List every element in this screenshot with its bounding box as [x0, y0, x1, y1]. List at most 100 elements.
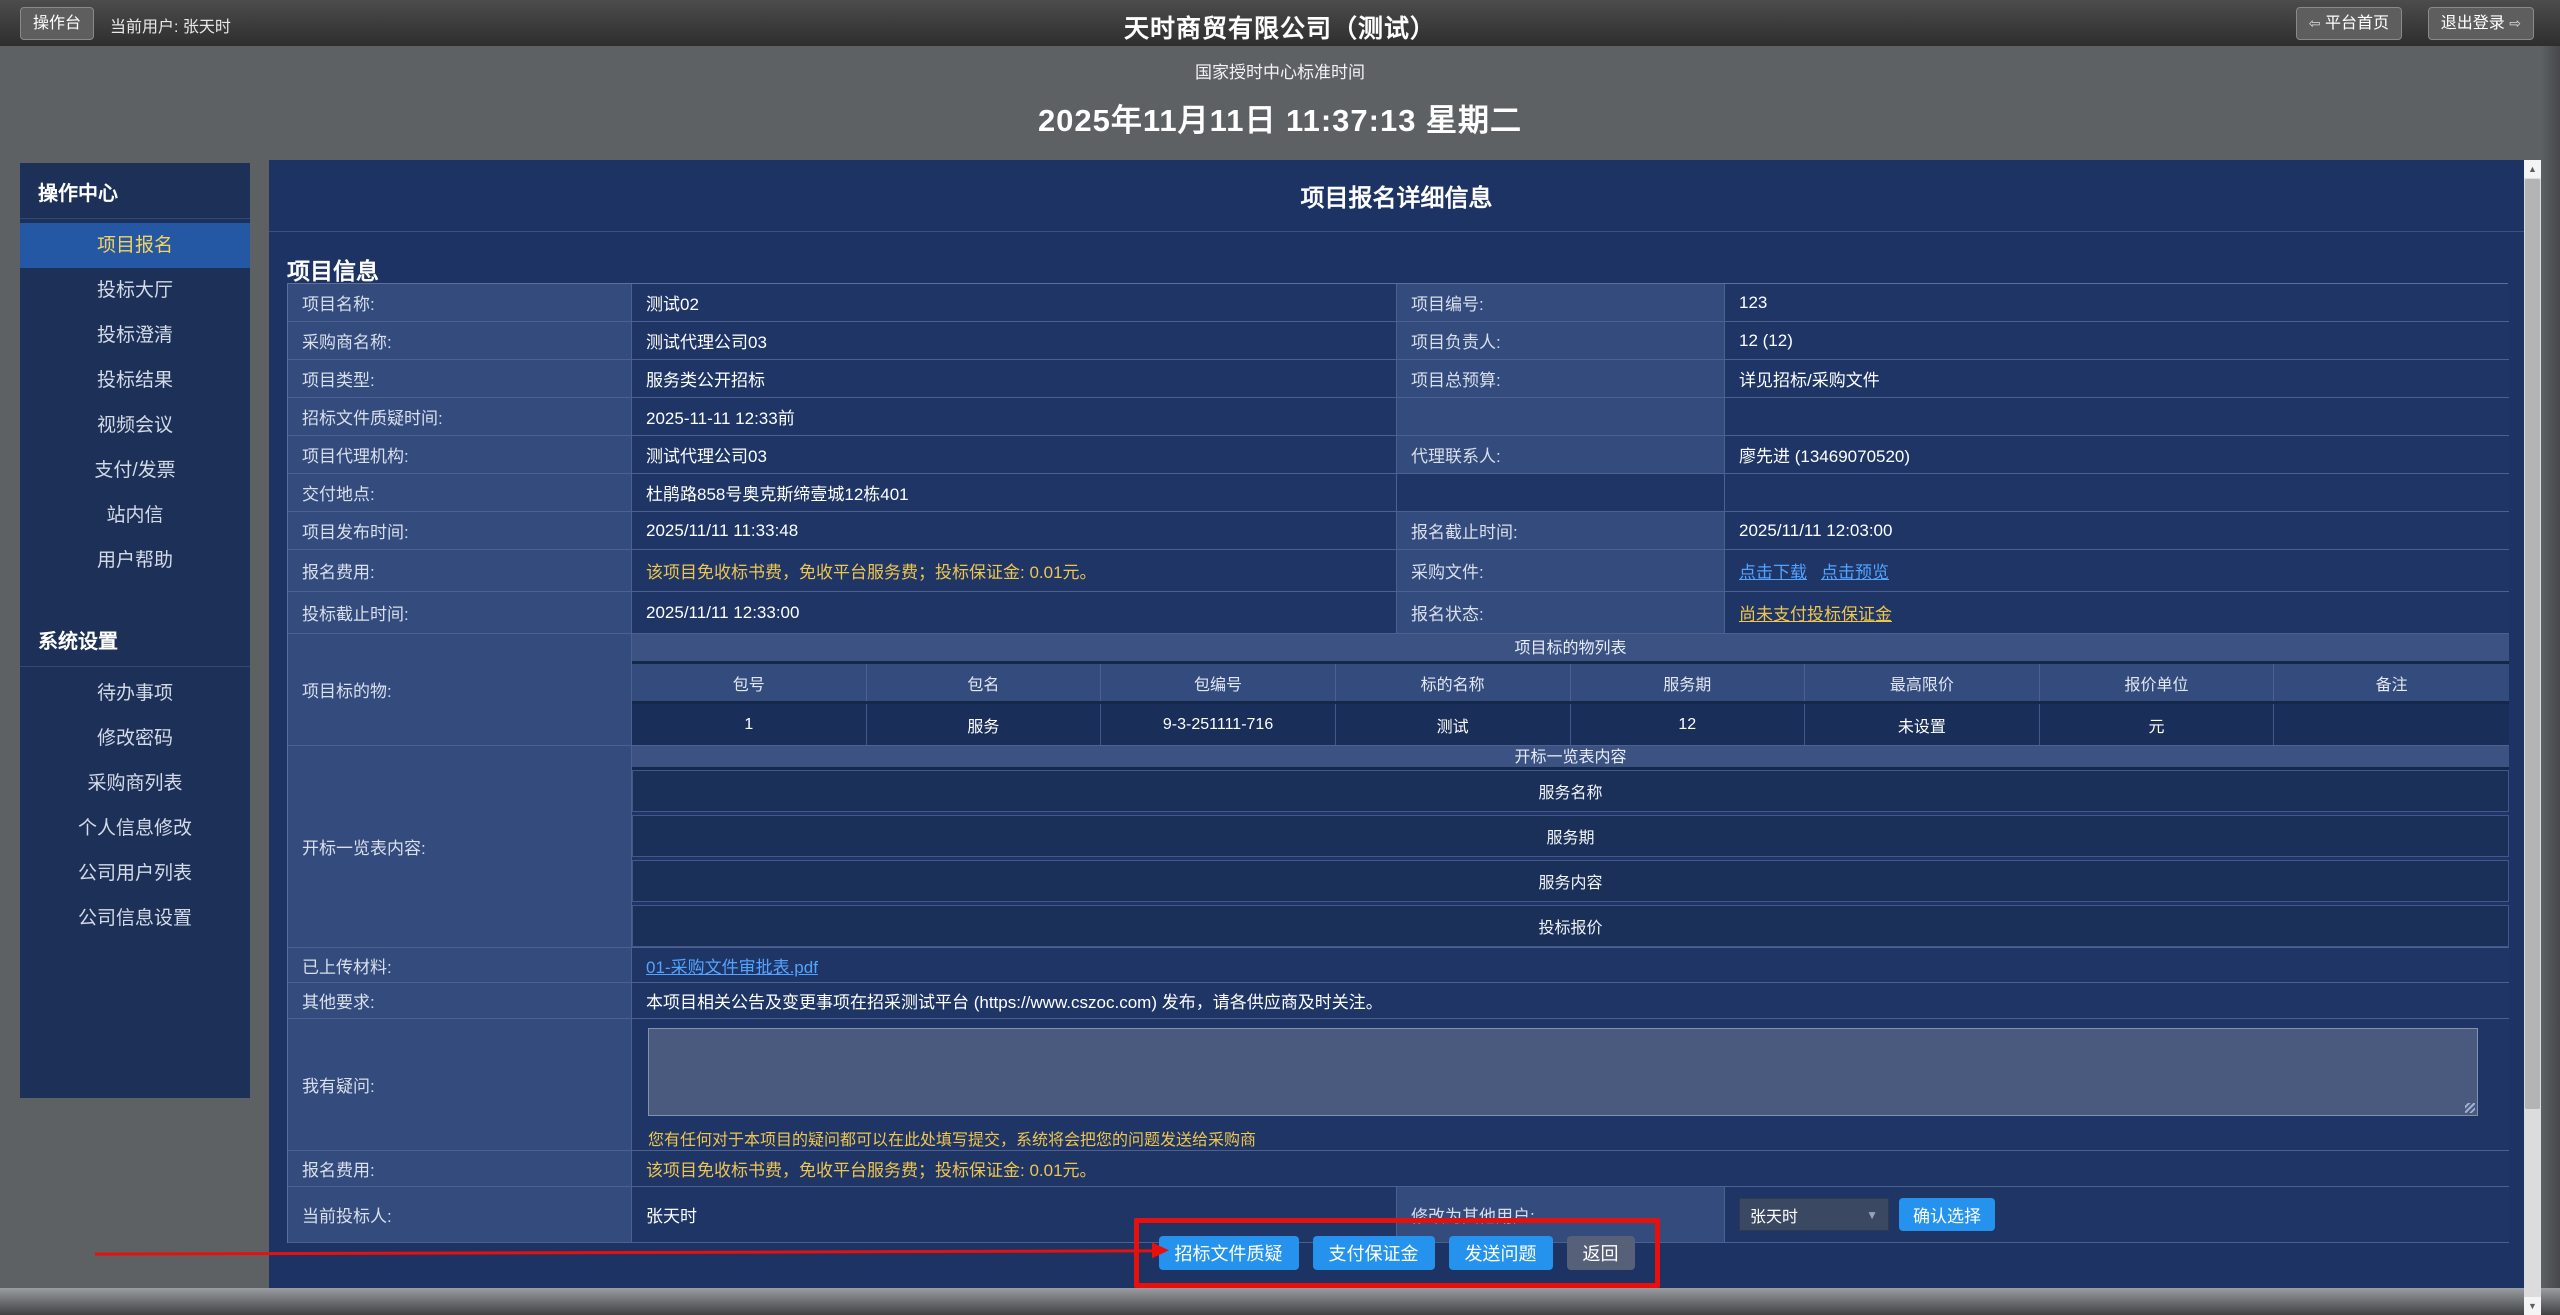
empty-value-cell: [1725, 398, 2509, 436]
current-datetime: 2025年11月11日 11:37:13 星期二: [0, 95, 2560, 140]
divider: [20, 666, 250, 667]
sidebar-item-profile-edit[interactable]: 个人信息修改: [20, 806, 250, 851]
sidebar-item-company-users[interactable]: 公司用户列表: [20, 851, 250, 896]
cell-package-no: 1: [632, 704, 867, 745]
empty-label-cell: [1397, 398, 1725, 436]
row-label: 项目总预算:: [1397, 360, 1725, 398]
exit-arrow-icon: ⇨: [2509, 15, 2521, 31]
sidebar-item-bid-clarification[interactable]: 投标澄清: [20, 313, 250, 358]
opening-list-caption: 开标一览表内容: [632, 746, 2509, 770]
cell-package-name: 服务: [867, 704, 1102, 745]
bid-items-header-row: 包号 包名 包编号 标的名称 服务期 最高限价 报价单位 备注: [632, 664, 2509, 704]
row-label: 已上传材料:: [288, 948, 632, 983]
project-number-value: 123: [1725, 284, 2509, 322]
row-label: 交付地点:: [288, 474, 632, 512]
other-requirements-row: 其他要求: 本项目相关公告及变更事项在招采测试平台 (https://www.c…: [288, 983, 2507, 1019]
project-name-value: 测试02: [632, 284, 1397, 322]
send-question-button[interactable]: 发送问题: [1449, 1236, 1553, 1270]
page-title: 项目报名详细信息: [269, 160, 2524, 213]
signup-deadline-value: 2025/11/11 12:03:00: [1725, 512, 2509, 550]
col-header: 备注: [2274, 664, 2509, 701]
sidebar-item-todo[interactable]: 待办事项: [20, 671, 250, 716]
bid-items-row: 项目标的物: 项目标的物列表 包号 包名 包编号 标的名称 服务期 最高限价 报…: [288, 634, 2507, 746]
cell-max-price: 未设置: [1805, 704, 2040, 745]
agency-contact-value: 廖先进 (13469070520): [1725, 436, 2509, 474]
row-label: 项目编号:: [1397, 284, 1725, 322]
row-label: 其他要求:: [288, 983, 632, 1019]
question-hint: 您有任何对于本项目的疑问都可以在此处填写提交，系统将会把您的问题发送给采购商: [648, 1126, 2493, 1150]
preview-link[interactable]: 点击预览: [1821, 558, 1889, 583]
table-row: 采购商名称: 测试代理公司03 项目负责人: 12 (12): [288, 322, 2507, 360]
section-title-project-info: 项目信息: [269, 232, 2524, 286]
empty-dark-cell: [1397, 474, 1725, 512]
col-header: 包编号: [1101, 664, 1336, 701]
question-textarea[interactable]: [648, 1028, 2478, 1116]
row-label: 项目类型:: [288, 360, 632, 398]
bid-items-data-row: 1 服务 9-3-251111-716 测试 12 未设置 元: [632, 704, 2509, 745]
row-label: 投标截止时间:: [288, 592, 632, 634]
sidebar-item-video-meeting[interactable]: 视频会议: [20, 403, 250, 448]
time-source-label: 国家授时中心标准时间: [0, 58, 2560, 83]
signup-fee-value-2: 该项目免收标书费，免收平台服务费；投标保证金: 0.01元。: [632, 1151, 2509, 1187]
sidebar: 操作中心 项目报名 投标大厅 投标澄清 投标结果 视频会议 支付/发票 站内信 …: [20, 163, 250, 1098]
row-label: 项目代理机构:: [288, 436, 632, 474]
row-label: 项目标的物:: [288, 634, 632, 746]
uploaded-file-cell: 01-采购文件审批表.pdf: [632, 948, 2509, 983]
logout-button[interactable]: 退出登录 ⇨: [2428, 7, 2534, 40]
sidebar-item-payment-invoice[interactable]: 支付/发票: [20, 448, 250, 493]
bid-items-table: 项目标的物列表 包号 包名 包编号 标的名称 服务期 最高限价 报价单位 备注 …: [632, 634, 2509, 746]
top-bar: 操作台 当前用户: 张天时 天时商贸有限公司（测试） ⇦ 平台首页 退出登录 ⇨: [0, 0, 2560, 46]
bid-deadline-value: 2025/11/11 12:33:00: [632, 592, 1397, 634]
sidebar-item-site-message[interactable]: 站内信: [20, 493, 250, 538]
row-label: 代理联系人:: [1397, 436, 1725, 474]
project-type-value: 服务类公开招标: [632, 360, 1397, 398]
col-header: 报价单位: [2040, 664, 2275, 701]
budget-value: 详见招标/采购文件: [1725, 360, 2509, 398]
sidebar-item-bid-hall[interactable]: 投标大厅: [20, 268, 250, 313]
row-label: 报名费用:: [288, 1151, 632, 1187]
platform-home-button[interactable]: ⇦ 平台首页: [2296, 7, 2402, 40]
cell-subject-name: 测试: [1336, 704, 1571, 745]
col-header: 标的名称: [1336, 664, 1571, 701]
other-requirements-value: 本项目相关公告及变更事项在招采测试平台 (https://www.cszoc.c…: [632, 983, 2509, 1019]
sidebar-item-bid-results[interactable]: 投标结果: [20, 358, 250, 403]
scroll-down-icon[interactable]: ▼: [2524, 1297, 2541, 1315]
download-link[interactable]: 点击下载: [1739, 558, 1807, 583]
sidebar-section-operations: 操作中心: [20, 163, 250, 218]
table-row: 项目类型: 服务类公开招标 项目总预算: 详见招标/采购文件: [288, 360, 2507, 398]
row-label: 报名费用:: [288, 550, 632, 592]
row-label: 项目名称:: [288, 284, 632, 322]
procurement-doc-cell: 点击下载 点击预览: [1725, 550, 2509, 592]
cell-package-code: 9-3-251111-716: [1101, 704, 1336, 745]
table-row: 项目名称: 测试02 项目编号: 123: [288, 284, 2507, 322]
spacer: [20, 583, 250, 611]
back-button[interactable]: 返回: [1567, 1236, 1635, 1270]
row-label: 报名状态:: [1397, 592, 1725, 634]
scroll-up-icon[interactable]: ▲: [2524, 160, 2541, 178]
question-row: 我有疑问: 您有任何对于本项目的疑问都可以在此处填写提交，系统将会把您的问题发送…: [288, 1019, 2507, 1151]
sidebar-item-purchaser-list[interactable]: 采购商列表: [20, 761, 250, 806]
standard-time-block: 国家授时中心标准时间 2025年11月11日 11:37:13 星期二: [0, 58, 2560, 140]
vertical-scrollbar[interactable]: ▲ ▼: [2524, 160, 2541, 1315]
table-row: 交付地点: 杜鹃路858号奥克斯缔壹城12栋401: [288, 474, 2507, 512]
opening-list-table: 开标一览表内容 服务名称 服务期 服务内容 投标报价: [632, 746, 2509, 948]
sidebar-item-project-signup[interactable]: 项目报名: [20, 223, 250, 268]
project-manager-value: 12 (12): [1725, 322, 2509, 360]
deposit-status-link[interactable]: 尚未支付投标保证金: [1739, 600, 1892, 625]
signup-status-cell: 尚未支付投标保证金: [1725, 592, 2509, 634]
sidebar-item-company-info[interactable]: 公司信息设置: [20, 896, 250, 941]
challenge-doc-button[interactable]: 招标文件质疑: [1159, 1236, 1299, 1270]
sidebar-section-settings: 系统设置: [20, 611, 250, 666]
opening-list-item: 服务内容: [632, 860, 2509, 902]
pay-deposit-button[interactable]: 支付保证金: [1313, 1236, 1435, 1270]
scrollbar-thumb[interactable]: [2525, 179, 2540, 1109]
sidebar-item-user-help[interactable]: 用户帮助: [20, 538, 250, 583]
uploaded-file-link[interactable]: 01-采购文件审批表.pdf: [646, 953, 818, 978]
table-row: 项目代理机构: 测试代理公司03 代理联系人: 廖先进 (13469070520…: [288, 436, 2507, 474]
cell-price-unit: 元: [2040, 704, 2275, 745]
signup-fee-value: 该项目免收标书费，免收平台服务费；投标保证金: 0.01元。: [632, 550, 1397, 592]
row-label: 我有疑问:: [288, 1019, 632, 1151]
sidebar-item-change-password[interactable]: 修改密码: [20, 716, 250, 761]
uploaded-materials-row: 已上传材料: 01-采购文件审批表.pdf: [288, 948, 2507, 983]
delivery-address-value: 杜鹃路858号奥克斯缔壹城12栋401: [632, 474, 1397, 512]
